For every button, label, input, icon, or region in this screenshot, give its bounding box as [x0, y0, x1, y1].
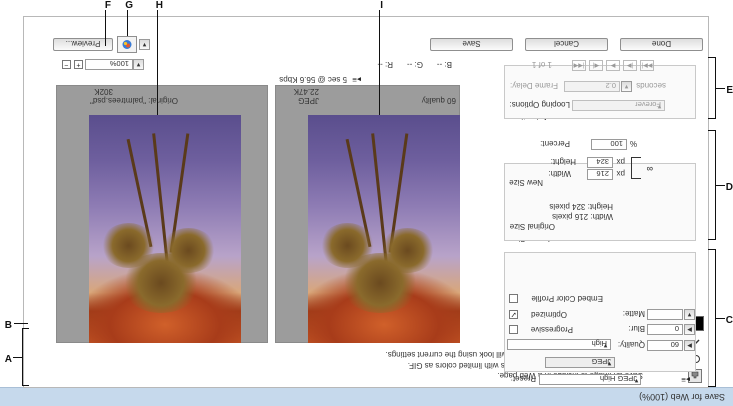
- callout-b-pointer: [14, 323, 28, 324]
- color-readout-b: B: --: [436, 60, 452, 69]
- play-button[interactable]: ▶: [606, 60, 620, 71]
- optimized-label: Optimized: [530, 310, 567, 319]
- zoom-level-field[interactable]: 100%: [85, 59, 133, 70]
- looping-options-select[interactable]: Forever: [572, 100, 665, 111]
- browser-preview-button[interactable]: [117, 36, 137, 53]
- optimized-quality-readout: 60 quality: [421, 96, 456, 105]
- quality-slider-arrow[interactable]: ▶: [684, 340, 695, 351]
- optimized-format: JPEG: [298, 96, 319, 105]
- quality-label: Quality:: [617, 340, 645, 349]
- title-bar: Save for Web (100%): [0, 387, 733, 406]
- height-label: Height:: [550, 157, 576, 166]
- looping-options-label: Looping Options:: [509, 100, 571, 109]
- percent-unit: %: [629, 139, 637, 148]
- previous-frame-button[interactable]: ◀|: [589, 60, 603, 71]
- last-frame-button[interactable]: ▶▶|: [640, 60, 654, 71]
- original-size-label: Original Size: [509, 222, 555, 231]
- frame-counter: 1 of 1: [531, 60, 552, 69]
- callout-i: I: [380, 0, 383, 11]
- constrain-proportions-link-icon[interactable]: [631, 157, 641, 179]
- callout-b: B: [4, 320, 12, 331]
- original-file-size: 302K: [94, 87, 113, 96]
- width-unit: px: [616, 169, 625, 178]
- seconds-label: seconds: [636, 81, 666, 90]
- zoom-down-button[interactable]: −: [62, 60, 71, 69]
- quality-field[interactable]: 60: [647, 340, 683, 351]
- blur-field[interactable]: 0: [647, 324, 683, 335]
- width-field[interactable]: 216: [587, 169, 613, 180]
- progressive-label: Progressive: [530, 325, 573, 334]
- preset-dropdown-arrow[interactable]: ▼: [631, 374, 642, 385]
- callout-h-pointer: [157, 10, 158, 115]
- preset-select[interactable]: JPEG High: [539, 374, 641, 385]
- new-size-label: New Size: [509, 178, 543, 187]
- embed-profile-checkbox[interactable]: [509, 294, 518, 303]
- blur-slider-arrow[interactable]: ▶: [684, 324, 695, 335]
- preset-label: Preset:: [510, 374, 536, 383]
- callout-e: E: [726, 85, 733, 96]
- optimized-menu-icon[interactable]: ▸≡: [352, 75, 361, 84]
- frame-delay-arrow[interactable]: ▼: [621, 81, 632, 92]
- callout-a: A: [4, 354, 12, 365]
- compression-select[interactable]: High: [507, 339, 611, 350]
- callout-c: C: [725, 315, 733, 326]
- callout-d: D: [725, 182, 733, 193]
- next-frame-button[interactable]: |▶: [623, 60, 637, 71]
- zoom-up-button[interactable]: +: [74, 60, 83, 69]
- frame-delay-label: Frame Delay:: [509, 81, 558, 90]
- original-height: Height: 324 pixels: [549, 202, 613, 211]
- link-chain-icon: ∞: [646, 164, 653, 174]
- color-readout-g: G: --: [407, 60, 423, 69]
- cancel-button[interactable]: Cancel: [525, 38, 608, 51]
- optimized-checkbox[interactable]: ✓: [509, 310, 518, 319]
- callout-f: F: [104, 0, 111, 11]
- optimized-download-time: 5 sec @ 56.6 Kbps: [279, 75, 347, 84]
- callout-i-pointer: [379, 10, 380, 115]
- browser-menu-arrow[interactable]: ▼: [139, 39, 150, 50]
- save-for-web-dialog: Save for Web (100%) Save an image to inc…: [0, 0, 733, 406]
- matte-field[interactable]: [647, 309, 683, 320]
- callout-f-pointer: [105, 10, 106, 46]
- done-button[interactable]: Done: [620, 38, 703, 51]
- format-dropdown-arrow[interactable]: ▼: [604, 357, 615, 368]
- percent-label: Percent:: [540, 139, 570, 148]
- height-field[interactable]: 324: [587, 157, 613, 168]
- height-unit: px: [616, 157, 625, 166]
- optimized-size: 22.47K: [293, 87, 319, 96]
- save-button[interactable]: Save: [430, 38, 513, 51]
- callout-a-bracket: [22, 328, 23, 386]
- width-label: Width:: [548, 169, 571, 178]
- matte-dropdown-arrow[interactable]: ▼: [684, 309, 695, 320]
- first-frame-button[interactable]: |◀◀: [572, 60, 586, 71]
- looping-dropdown-arrow[interactable]: ▼: [654, 100, 665, 111]
- blur-label: Blur:: [628, 324, 645, 333]
- matte-label: Matte:: [622, 309, 645, 318]
- original-preview-image[interactable]: [89, 115, 241, 343]
- compression-dropdown-arrow[interactable]: ▼: [600, 339, 611, 350]
- frame-delay-field[interactable]: 0.2: [564, 81, 620, 92]
- preview-button[interactable]: Preview...: [53, 38, 113, 51]
- callout-g-pointer: [127, 10, 128, 36]
- callout-h: H: [155, 0, 163, 11]
- zoom-dropdown-arrow[interactable]: ▼: [133, 59, 144, 70]
- progressive-checkbox[interactable]: [509, 325, 518, 334]
- embed-profile-label: Embed Color Profile: [531, 294, 603, 303]
- callout-g: G: [125, 0, 133, 11]
- optimized-preview-image[interactable]: [308, 115, 460, 343]
- optimize-menu-icon[interactable]: ▸≡: [681, 375, 690, 384]
- original-file-name: Original: "palmtrees.psd": [90, 96, 178, 105]
- original-width: Width: 216 pixels: [552, 212, 613, 221]
- dialog-title: Save for Web (100%): [639, 392, 725, 402]
- percent-field[interactable]: 100: [591, 139, 627, 150]
